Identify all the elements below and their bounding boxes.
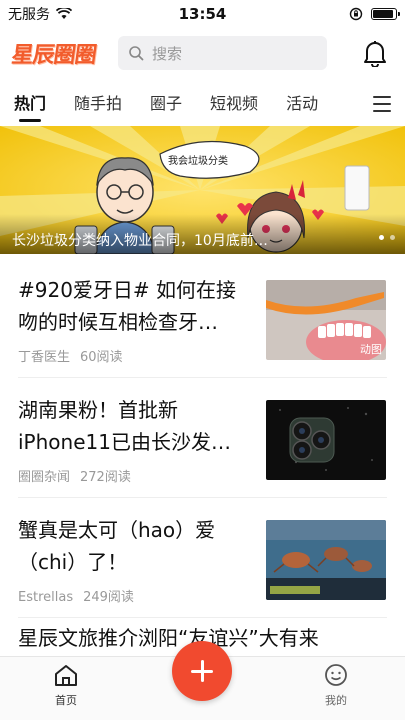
nav-me-label: 我的 [325,694,347,707]
notifications-button[interactable] [357,35,393,71]
gif-badge: 动图 [360,343,382,356]
nav-home[interactable]: 首页 [36,663,96,708]
bottom-nav: 首页 我的 [0,641,405,720]
article-item[interactable]: 湖南果粉！首批新iPhone11已由长沙发… 圈圈杂闻 272阅读 [18,378,387,498]
battery-icon [371,8,400,20]
article-item[interactable]: 蟹真是太可（hao）爱（chi）了！ Estrellas 249阅读 [18,498,387,618]
search-input[interactable]: 搜索 [118,36,327,70]
status-bar: 无服务 13:54 [0,0,405,28]
article-meta: Estrellas 249阅读 [18,586,134,605]
article-author: 丁香医生 [18,350,71,365]
bubble-text: 我会垃圾分类 [168,154,228,167]
create-post-button[interactable] [172,641,232,701]
article-thumbnail [266,400,386,480]
app-logo: 星辰圈圈 [9,43,98,68]
banner-caption: 长沙垃圾分类纳入物业合同，10月底前… [0,214,405,254]
article-title: #920爱牙日# 如何在接吻的时候互相检查牙… [18,278,237,334]
article-thumbnail [266,520,386,600]
carousel-dot [379,235,384,240]
rotation-lock-icon [349,7,363,21]
article-reads: 272阅读 [80,470,131,485]
wifi-icon [56,8,72,19]
article-thumbnail: 动图 [266,280,386,360]
article-title-partial[interactable]: 星辰文旅推介浏阳“友谊兴”大有来 [18,622,319,651]
article-author: 圈圈杂闻 [18,470,71,485]
home-icon [55,665,77,686]
tab-events[interactable]: 活动 [286,84,318,124]
carousel-indicator [379,235,395,240]
profile-icon [325,664,347,686]
crab-image [266,520,386,600]
article-reads: 249阅读 [83,590,134,605]
status-right [349,7,400,21]
article-item[interactable]: #920爱牙日# 如何在接吻的时候互相检查牙… 丁香医生 60阅读 动图 [18,258,387,378]
tab-snapshot[interactable]: 随手拍 [74,84,122,124]
article-feed: #920爱牙日# 如何在接吻的时候互相检查牙… 丁香医生 60阅读 动图 湖南果… [0,258,405,618]
carousel-dot [390,235,395,240]
bell-icon [364,41,386,67]
category-tabs: 热门 随手拍 圈子 短视频 活动 [0,84,405,124]
article-meta: 丁香医生 60阅读 [18,346,123,365]
article-reads: 60阅读 [80,350,123,365]
app-header: 星辰圈圈 搜索 [0,30,405,76]
article-author: Estrellas [18,590,74,605]
article-title: 蟹真是太可（hao）爱（chi）了！ [18,518,216,574]
carrier-label: 无服务 [8,7,50,23]
battery-level [373,10,393,18]
tab-circles[interactable]: 圈子 [150,84,182,124]
search-placeholder: 搜索 [152,44,183,63]
nav-me[interactable]: 我的 [306,663,366,708]
nav-home-label: 首页 [55,694,77,707]
search-icon [129,46,144,61]
status-left: 无服务 [8,4,72,24]
article-title: 湖南果粉！首批新iPhone11已由长沙发… [18,398,231,454]
menu-icon[interactable] [373,96,391,112]
iphone-camera-image [266,400,386,480]
tab-short-video[interactable]: 短视频 [210,84,258,124]
banner-carousel[interactable]: 我会垃圾分类 长沙垃圾分类纳入物业合同，10月底前… [0,126,405,254]
article-meta: 圈圈杂闻 272阅读 [18,466,131,485]
tab-hot[interactable]: 热门 [14,84,46,124]
